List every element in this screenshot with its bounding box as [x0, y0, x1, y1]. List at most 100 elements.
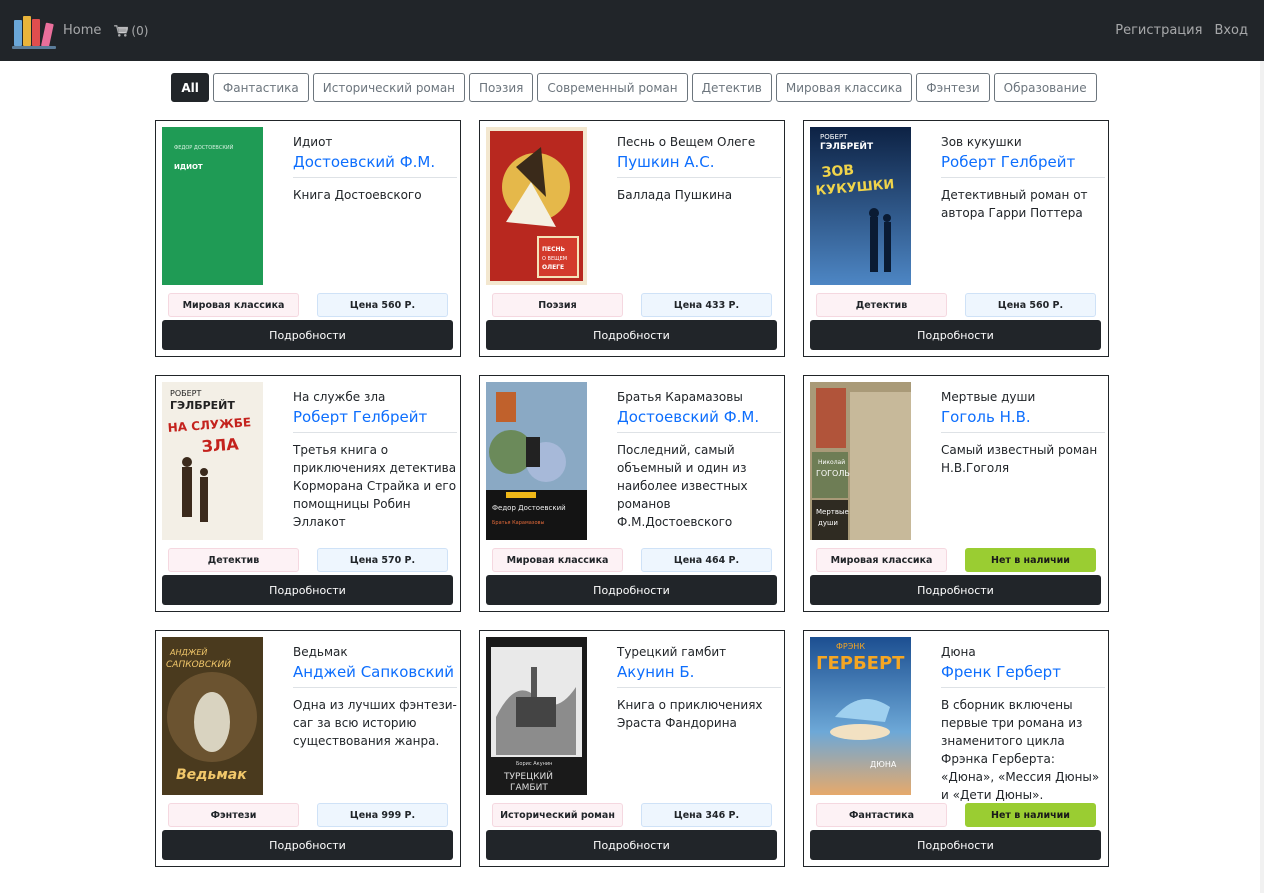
filter-button[interactable]: Мировая классика: [775, 73, 913, 102]
book-card: Николай ГОГОЛЬ Мертвые души Мертвые души…: [803, 375, 1109, 612]
book-badges: Фэнтези Цена 999 Р.: [168, 803, 448, 827]
details-button[interactable]: Подробности: [486, 575, 777, 605]
genre-badge: Фэнтези: [168, 803, 299, 827]
book-badges: Мировая классика Цена 560 Р.: [168, 293, 448, 317]
book-cover-image[interactable]: Николай ГОГОЛЬ Мертвые души: [810, 382, 911, 540]
book-author-link[interactable]: Гоголь Н.В.: [941, 408, 1105, 433]
details-button[interactable]: Подробности: [810, 320, 1101, 350]
filter-button[interactable]: Исторический роман: [312, 73, 466, 102]
filter-button[interactable]: All: [171, 73, 209, 102]
svg-text:Ведьмак: Ведьмак: [176, 767, 247, 783]
book-info: Песнь о Вещем Олеге Пушкин А.С. Баллада …: [617, 135, 781, 204]
book-cover-image[interactable]: Федор Достоевский Братья Карамазовы: [486, 382, 587, 540]
filter-button[interactable]: Образование: [993, 73, 1097, 102]
filter-button[interactable]: Фэнтези: [916, 73, 990, 102]
book-card: РОБЕРТ ГЭЛБРЕЙТ НА СЛУЖБЕ ЗЛА На службе …: [155, 375, 461, 612]
book-author-link[interactable]: Акунин Б.: [617, 663, 781, 688]
svg-text:ДЮНА: ДЮНА: [870, 760, 897, 769]
svg-text:ГЭЛБРЕЙТ: ГЭЛБРЕЙТ: [170, 399, 235, 412]
book-info: Братья Карамазовы Достоевский Ф.М. После…: [617, 390, 781, 531]
book-title: Мертвые души: [941, 390, 1036, 404]
book-cover-image[interactable]: АНДЖЕЙ САПКОВСКИЙ Ведьмак: [162, 637, 263, 795]
svg-text:души: души: [818, 519, 838, 527]
price-badge: Цена 346 Р.: [641, 803, 772, 827]
book-author-link[interactable]: Анджей Сапковский: [293, 663, 457, 688]
book-cover-image[interactable]: ФРЭНК ГЕРБЕРТ ДЮНА: [810, 637, 911, 795]
svg-text:ФЕДОР ДОСТОЕВСКИЙ: ФЕДОР ДОСТОЕВСКИЙ: [174, 144, 234, 151]
book-author-link[interactable]: Френк Герберт: [941, 663, 1105, 688]
details-button[interactable]: Подробности: [486, 830, 777, 860]
nav-home-link[interactable]: Home: [63, 23, 101, 38]
book-cover-image[interactable]: ФЕДОР ДОСТОЕВСКИЙ ИДИОТ: [162, 127, 263, 285]
book-cover-image[interactable]: РОБЕРТ ГЭЛБРЕЙТ ЗОВ КУКУШКИ: [810, 127, 911, 285]
svg-text:ОЛЕГЕ: ОЛЕГЕ: [542, 264, 564, 271]
book-card: ФРЭНК ГЕРБЕРТ ДЮНА Дюна Френк Герберт В …: [803, 630, 1109, 867]
cart-link[interactable]: (0): [114, 24, 148, 38]
book-info: Ведьмак Анджей Сапковский Одна из лучших…: [293, 645, 457, 750]
book-card: ПЕСНЬ О ВЕЩЕМ ОЛЕГЕ Песнь о Вещем Олеге …: [479, 120, 785, 357]
book-badges: Исторический роман Цена 346 Р.: [492, 803, 772, 827]
cart-count: (0): [131, 23, 149, 38]
svg-text:ГЕРБЕРТ: ГЕРБЕРТ: [816, 653, 905, 674]
svg-text:Борис Акунин: Борис Акунин: [516, 761, 552, 767]
price-badge: Цена 560 Р.: [965, 293, 1096, 317]
book-author-link[interactable]: Роберт Гелбрейт: [941, 153, 1105, 178]
book-author-link[interactable]: Роберт Гелбрейт: [293, 408, 457, 433]
login-link[interactable]: Вход: [1214, 23, 1248, 38]
svg-text:САПКОВСКИЙ: САПКОВСКИЙ: [166, 658, 231, 670]
book-badges: Детектив Цена 560 Р.: [816, 293, 1096, 317]
book-author-link[interactable]: Достоевский Ф.М.: [617, 408, 781, 433]
svg-text:ПЕСНЬ: ПЕСНЬ: [542, 246, 566, 253]
book-card: АНДЖЕЙ САПКОВСКИЙ Ведьмак Ведьмак Анджей…: [155, 630, 461, 867]
price-badge: Цена 560 Р.: [317, 293, 448, 317]
book-badges: Мировая классика Цена 464 Р.: [492, 548, 772, 572]
book-info: На службе зла Роберт Гелбрейт Третья кни…: [293, 390, 457, 531]
svg-text:Николай: Николай: [818, 459, 845, 466]
book-badges: Мировая классика Нет в наличии: [816, 548, 1096, 572]
svg-text:ФРЭНК: ФРЭНК: [836, 642, 865, 651]
book-description: Баллада Пушкина: [617, 188, 733, 202]
svg-text:АНДЖЕЙ: АНДЖЕЙ: [169, 646, 207, 657]
details-button[interactable]: Подробности: [162, 830, 453, 860]
book-card: Федор Достоевский Братья Карамазовы Брат…: [479, 375, 785, 612]
filter-button[interactable]: Фантастика: [212, 73, 309, 102]
book-author-link[interactable]: Пушкин А.С.: [617, 153, 781, 178]
book-info: Идиот Достоевский Ф.М. Книга Достоевског…: [293, 135, 457, 204]
book-card: ФЕДОР ДОСТОЕВСКИЙ ИДИОТ Идиот Достоевски…: [155, 120, 461, 357]
filter-button[interactable]: Поэзия: [469, 73, 534, 102]
book-badges: Детектив Цена 570 Р.: [168, 548, 448, 572]
details-button[interactable]: Подробности: [810, 830, 1101, 860]
details-button[interactable]: Подробности: [162, 320, 453, 350]
book-description: Последний, самый объемный и один из наиб…: [617, 443, 748, 529]
out-of-stock-badge: Нет в наличии: [965, 803, 1096, 827]
bookshelf-logo-icon[interactable]: [12, 13, 56, 49]
svg-text:РОБЕРТ: РОБЕРТ: [820, 133, 848, 141]
book-cover-image[interactable]: РОБЕРТ ГЭЛБРЕЙТ НА СЛУЖБЕ ЗЛА: [162, 382, 263, 540]
register-link[interactable]: Регистрация: [1115, 23, 1202, 38]
page-scrollbar[interactable]: [1260, 61, 1264, 893]
auth-links: Регистрация Вход: [1103, 0, 1248, 61]
svg-text:ЗОВ: ЗОВ: [821, 162, 855, 181]
book-title: Песнь о Вещем Олеге: [617, 135, 756, 149]
svg-text:Федор Достоевский: Федор Достоевский: [492, 504, 566, 512]
svg-text:О ВЕЩЕМ: О ВЕЩЕМ: [542, 256, 567, 262]
book-cover-image[interactable]: ПЕСНЬ О ВЕЩЕМ ОЛЕГЕ: [486, 127, 587, 285]
book-grid: ФЕДОР ДОСТОЕВСКИЙ ИДИОТ Идиот Достоевски…: [155, 120, 1109, 867]
book-description: Книга Достоевского: [293, 188, 422, 202]
book-title: На службе зла: [293, 390, 386, 404]
cart-icon: [114, 24, 129, 37]
book-author-link[interactable]: Достоевский Ф.М.: [293, 153, 457, 178]
details-button[interactable]: Подробности: [162, 575, 453, 605]
book-info: Турецкий гамбит Акунин Б. Книга о приклю…: [617, 645, 781, 732]
svg-text:ГЭЛБРЕЙТ: ГЭЛБРЕЙТ: [820, 140, 874, 152]
details-button[interactable]: Подробности: [810, 575, 1101, 605]
genre-badge: Фантастика: [816, 803, 947, 827]
price-badge: Цена 433 Р.: [641, 293, 772, 317]
svg-text:ГАМБИТ: ГАМБИТ: [510, 783, 548, 793]
book-title: Идиот: [293, 135, 333, 149]
book-cover-image[interactable]: Борис Акунин ТУРЕЦКИЙ ГАМБИТ: [486, 637, 587, 795]
details-button[interactable]: Подробности: [486, 320, 777, 350]
filter-button[interactable]: Детектив: [691, 73, 772, 102]
filter-button[interactable]: Современный роман: [537, 73, 688, 102]
book-card: РОБЕРТ ГЭЛБРЕЙТ ЗОВ КУКУШКИ Зов кукушки …: [803, 120, 1109, 357]
